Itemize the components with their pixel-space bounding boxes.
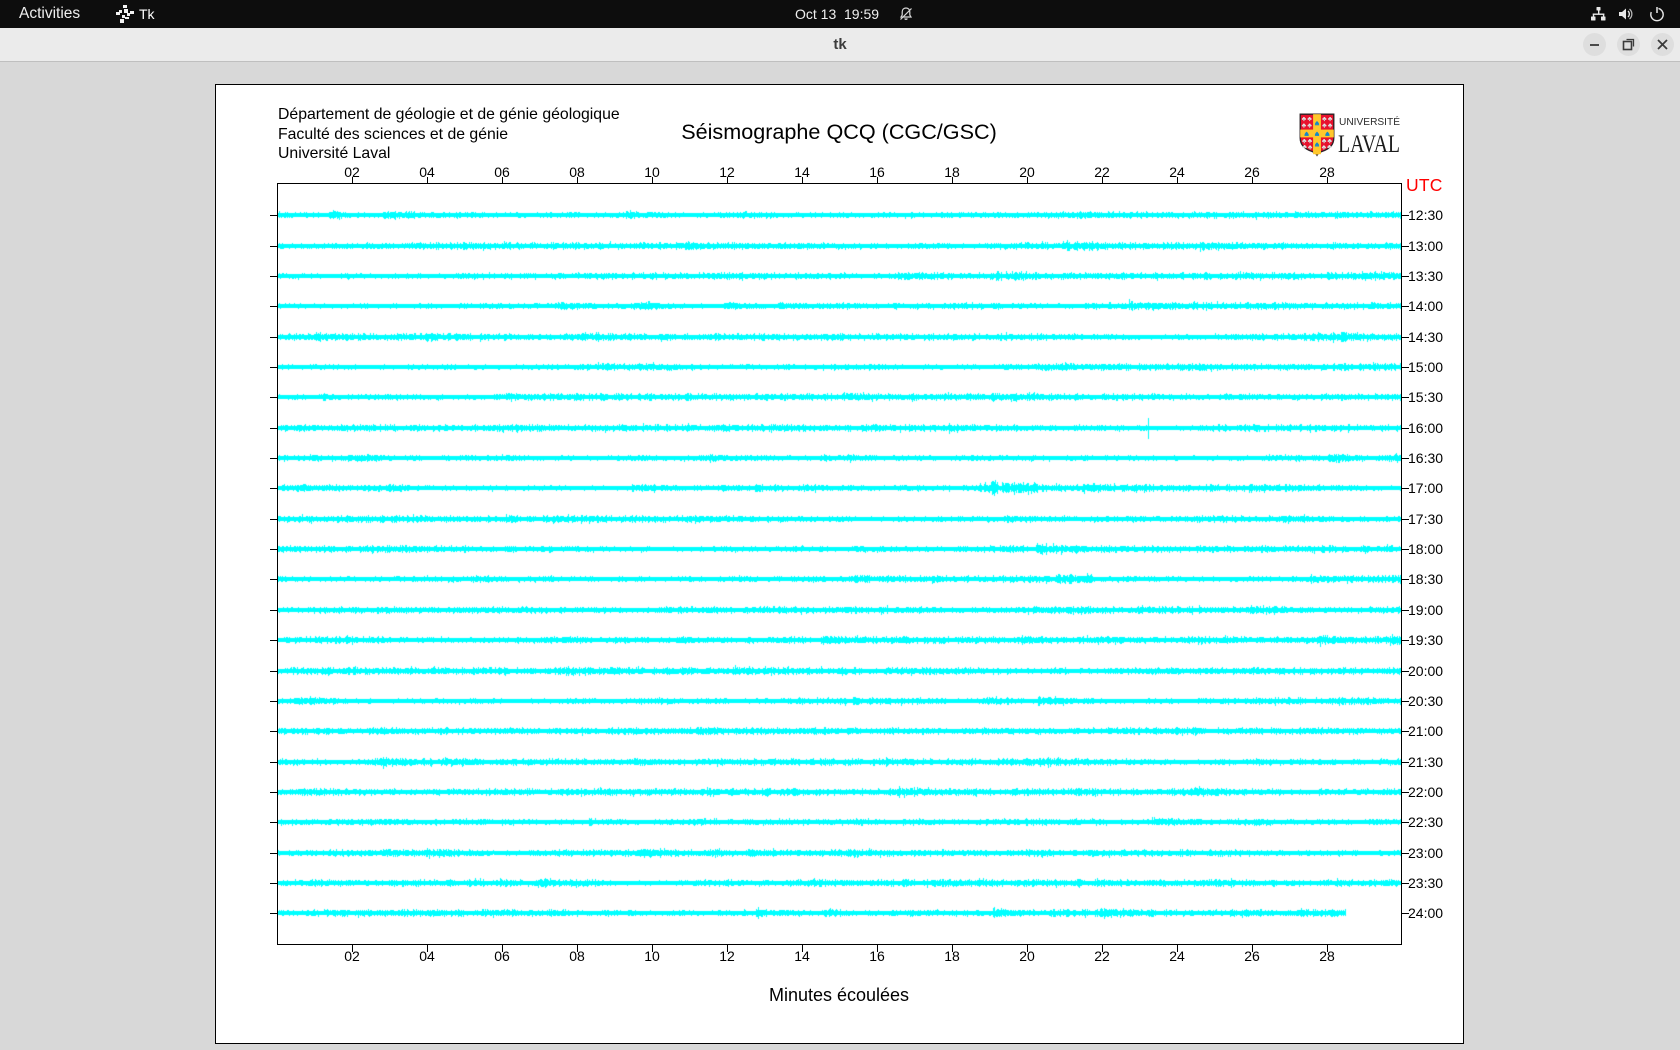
svg-text:UNIVERSITÉ: UNIVERSITÉ	[1339, 115, 1400, 128]
svg-text:LAVAL: LAVAL	[1338, 129, 1400, 158]
